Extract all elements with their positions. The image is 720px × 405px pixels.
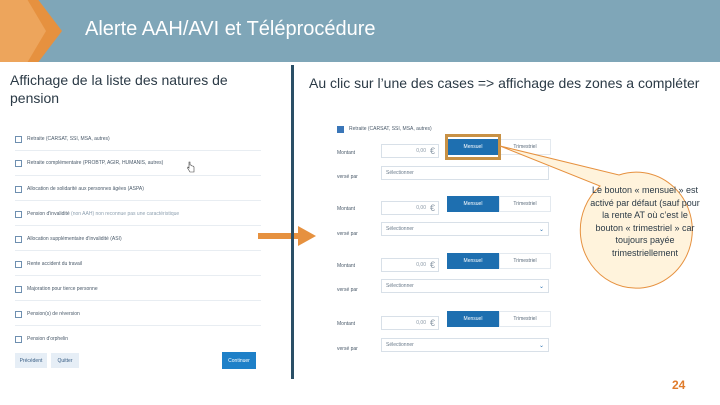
pension-item-label: Allocation de solidarité aux personnes â… <box>27 186 144 192</box>
amount-input[interactable]: 0,00 € <box>381 144 439 158</box>
callout-text: Le bouton « mensuel » est activé par déf… <box>590 185 700 258</box>
mensuel-toggle[interactable]: Mensuel <box>447 311 499 327</box>
currency-symbol: € <box>429 260 435 270</box>
hand-cursor-icon <box>187 161 195 173</box>
row-separator <box>15 325 261 326</box>
verse-par-label: versé par <box>337 174 358 180</box>
select-value: Sélectionner <box>386 342 414 348</box>
pension-item-label: Retraite complémentaire (PROBTP, AGIR, H… <box>27 160 164 166</box>
pension-item-majoration[interactable]: Majoration pour tierce personne <box>15 283 98 295</box>
checkbox[interactable] <box>15 235 22 243</box>
pension-item-label: Pension d'orphelin <box>27 336 68 342</box>
pension-item-reversion[interactable]: Pension(s) de réversion <box>15 308 80 320</box>
amount-input[interactable]: 0,00 € <box>381 258 439 272</box>
verse-par-label: versé par <box>337 287 358 293</box>
trimestriel-toggle[interactable]: Trimestriel <box>499 139 551 155</box>
mensuel-toggle[interactable]: Mensuel <box>447 253 499 269</box>
currency-symbol: € <box>429 146 435 156</box>
checkbox[interactable] <box>15 335 22 343</box>
pension-item-label: Pension d'invalidité (non AAH) non recon… <box>27 211 180 217</box>
pension-item-label: Retraite (CARSAT, SSI, MSA, autres) <box>27 136 110 142</box>
select-value: Sélectionner <box>386 170 414 176</box>
checkbox-checked[interactable] <box>337 125 344 133</box>
left-caption: Affichage de la liste des natures de pen… <box>10 72 228 106</box>
pension-item-orphelin[interactable]: Pension d'orphelin <box>15 333 68 345</box>
arrow-right-icon <box>258 226 316 246</box>
quit-button[interactable]: Quitter <box>51 353 79 368</box>
verse-par-label: versé par <box>337 346 358 352</box>
verse-par-select[interactable]: Sélectionner ⌄ <box>381 279 549 293</box>
amount-input[interactable]: 0,00 € <box>381 201 439 215</box>
previous-button[interactable]: Précédent <box>15 353 47 368</box>
page-title: Alerte AAH/AVI et Téléprocédure <box>85 18 376 40</box>
continue-button[interactable]: Continuer <box>222 352 256 369</box>
pension-item-label: Allocation supplémentaire d'invalidité (… <box>27 236 122 242</box>
verse-par-select[interactable]: Sélectionner <box>381 166 549 180</box>
pension-item-invalidite[interactable]: Pension d'invalidité (non AAH) non recon… <box>15 208 179 220</box>
pension-list-screenshot: Retraite (CARSAT, SSI, MSA, autres) Retr… <box>10 120 268 378</box>
montant-label: Montant <box>337 321 356 327</box>
currency-symbol: € <box>429 203 435 213</box>
pension-item-label: Rente accident du travail <box>27 261 83 267</box>
row-separator <box>15 200 261 201</box>
currency-symbol: € <box>429 318 435 328</box>
amount-value: 0,00 <box>416 148 426 154</box>
pension-item-aspa[interactable]: Allocation de solidarité aux personnes â… <box>15 183 144 195</box>
checkbox[interactable] <box>15 310 22 318</box>
pension-item-asi[interactable]: Allocation supplémentaire d'invalidité (… <box>15 233 122 245</box>
row-separator <box>15 175 261 176</box>
amount-input[interactable]: 0,00 € <box>381 316 439 330</box>
pension-item-label: Majoration pour tierce personne <box>27 286 98 292</box>
vertical-divider <box>291 65 294 379</box>
montant-label: Montant <box>337 263 356 269</box>
amount-value: 0,00 <box>416 205 426 211</box>
pension-item-rente-at[interactable]: Rente accident du travail <box>15 258 82 270</box>
row-separator <box>15 150 261 151</box>
amount-value: 0,00 <box>416 320 426 326</box>
page-number: 24 <box>672 378 686 392</box>
chevron-down-icon: ⌄ <box>538 226 544 233</box>
row-separator <box>15 225 261 226</box>
mensuel-toggle[interactable]: Mensuel <box>447 196 499 212</box>
row-separator <box>15 300 261 301</box>
checkbox[interactable] <box>15 185 22 193</box>
pension-item-retraite-complementaire[interactable]: Retraite complémentaire (PROBTP, AGIR, H… <box>15 157 163 169</box>
montant-label: Montant <box>337 150 356 156</box>
checkbox[interactable] <box>15 159 22 167</box>
right-caption: Au clic sur l’une des cases => affichage… <box>309 75 700 91</box>
row-separator <box>15 275 261 276</box>
pension-item-retraite-checked[interactable]: Retraite (CARSAT, SSI, MSA, autres) <box>337 123 432 135</box>
pension-item-retraite[interactable]: Retraite (CARSAT, SSI, MSA, autres) <box>15 133 110 145</box>
chevron-down-icon: ⌄ <box>538 342 544 349</box>
row-separator <box>15 250 261 251</box>
checkbox[interactable] <box>15 260 22 268</box>
select-value: Sélectionner <box>386 283 414 289</box>
verse-par-select[interactable]: Sélectionner ⌄ <box>381 338 549 352</box>
pension-item-label: Pension(s) de réversion <box>27 311 80 317</box>
checkbox[interactable] <box>15 135 22 143</box>
highlight-frame <box>445 134 501 160</box>
checked-item-label: Retraite (CARSAT, SSI, MSA, autres) <box>349 126 432 132</box>
montant-label: Montant <box>337 206 356 212</box>
checkbox[interactable] <box>15 210 22 218</box>
verse-par-select[interactable]: Sélectionner ⌄ <box>381 222 549 236</box>
trimestriel-toggle[interactable]: Trimestriel <box>499 253 551 269</box>
trimestriel-toggle[interactable]: Trimestriel <box>499 196 551 212</box>
select-value: Sélectionner <box>386 226 414 232</box>
trimestriel-toggle[interactable]: Trimestriel <box>499 311 551 327</box>
verse-par-label: versé par <box>337 231 358 237</box>
amount-value: 0,00 <box>416 262 426 268</box>
chevron-down-icon: ⌄ <box>538 283 544 290</box>
checkbox[interactable] <box>15 285 22 293</box>
